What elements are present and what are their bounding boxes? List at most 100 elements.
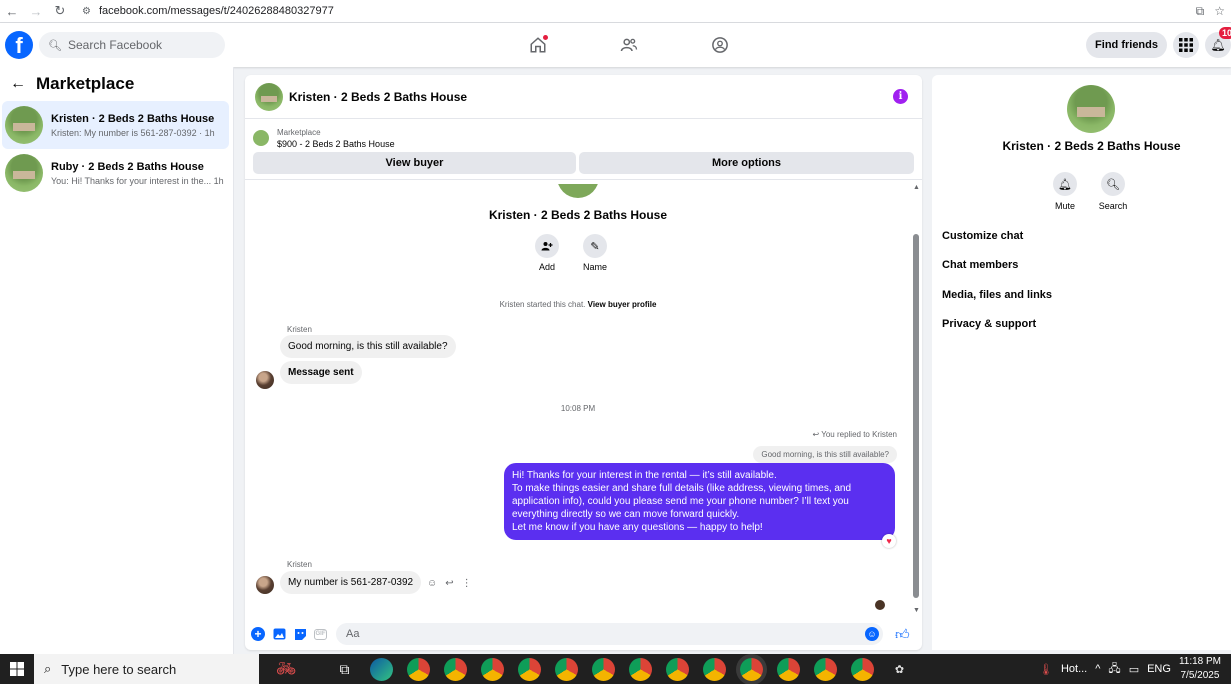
conversation-item-kristen[interactable]: Kristen · 2 Beds 2 Baths House Kristen: … (2, 101, 229, 149)
taskbar-clock[interactable]: 11:18 PM 7/5/2025 (1179, 655, 1221, 683)
outgoing-line: Hi! Thanks for your interest in the rent… (512, 470, 777, 481)
edge-browser-icon[interactable] (370, 657, 393, 681)
chrome-icon[interactable] (407, 657, 430, 681)
info-icon[interactable]: i (893, 89, 908, 104)
back-arrow-icon[interactable]: ← (10, 75, 26, 93)
add-person-icon (535, 234, 559, 258)
home-tab[interactable] (520, 30, 556, 60)
reload-icon[interactable]: ↻ (48, 0, 72, 23)
notifications-button[interactable]: 🔔︎ 10 (1205, 27, 1231, 58)
thumbs-up-icon[interactable]: 👍︎ (895, 626, 910, 643)
find-friends-button[interactable]: Find friends (1086, 32, 1167, 58)
chrome-icon[interactable] (851, 657, 874, 681)
chrome-icon[interactable] (444, 657, 467, 681)
plus-icon[interactable]: + (251, 627, 265, 641)
sender-avatar[interactable] (256, 371, 274, 389)
notifications-badge: 10 (1218, 27, 1231, 39)
back-arrow-icon[interactable]: ← (0, 0, 24, 23)
groups-tab[interactable] (702, 30, 738, 60)
chrome-icon[interactable] (592, 657, 615, 681)
menu-grid-button[interactable] (1173, 32, 1199, 58)
menu-privacy-support[interactable]: Privacy & support (942, 317, 1052, 346)
bicycle-icon[interactable]: 🚲︎ (259, 654, 313, 684)
view-buyer-profile-link[interactable]: View buyer profile (588, 300, 657, 309)
message-list[interactable]: Kristen · 2 Beds 2 Baths House Add ✎ Nam… (245, 184, 911, 614)
incoming-message[interactable]: Message sent (280, 361, 362, 384)
marketplace-label: Marketplace (277, 127, 321, 137)
menu-customize-chat[interactable]: Customize chat (942, 229, 1052, 258)
emoji-icon[interactable]: ☺ (865, 627, 879, 641)
network-icon[interactable]: 🖧︎ (1108, 660, 1120, 679)
chrome-icon[interactable] (518, 657, 541, 681)
search-icon: ⌕ (44, 661, 52, 676)
conversation-item-ruby[interactable]: Ruby · 2 Beds 2 Baths House You: Hi! Tha… (2, 149, 229, 197)
message-input[interactable]: Aa ☺ (336, 623, 883, 645)
bell-icon: 🔔︎ (1210, 38, 1226, 52)
message-scrollbar[interactable]: ▲ ▼ (911, 184, 922, 614)
search-icon: 🔍︎ (1101, 172, 1125, 196)
bookmark-star-icon[interactable]: ☆ (1214, 4, 1225, 18)
facebook-logo[interactable]: f (5, 31, 33, 59)
menu-chat-members[interactable]: Chat members (942, 258, 1052, 287)
chrome-icon[interactable] (703, 657, 726, 681)
more-options-button[interactable]: More options (579, 152, 914, 174)
photo-icon[interactable] (272, 627, 286, 641)
add-label: Add (538, 262, 555, 272)
windows-taskbar: ⌕ Type here to search 🚲︎ ⧉ ✿ 🌡︎ Hot... ^… (0, 654, 1231, 684)
weather-text[interactable]: Hot... (1061, 663, 1087, 675)
seen-receipt-avatar (875, 600, 885, 610)
menu-media-files-links[interactable]: Media, files and links (942, 288, 1052, 317)
more-dots-icon[interactable]: ⋮ (462, 578, 472, 589)
outgoing-message[interactable]: Hi! Thanks for your interest in the rent… (504, 463, 895, 540)
task-view-icon[interactable]: ⧉ (333, 658, 356, 681)
volume-icon[interactable]: ▭ (1129, 663, 1139, 676)
chrome-icon[interactable] (481, 657, 504, 681)
name-chat-button[interactable]: ✎ Name (583, 234, 607, 272)
chat-avatar[interactable] (255, 82, 283, 111)
conversation-snippet: Kristen: My number is 561-287-0392 · 1h (51, 127, 215, 138)
address-bar[interactable]: ⚙ facebook.com/messages/t/24026288480327… (76, 2, 1156, 20)
listing-title[interactable]: $900 - 2 Beds 2 Baths House (277, 139, 395, 149)
add-people-button[interactable]: Add (535, 234, 559, 272)
facebook-search-input[interactable]: 🔍︎ Search Facebook (39, 32, 225, 58)
install-app-icon[interactable]: ⧉ (1196, 4, 1205, 19)
mute-button[interactable]: 🔔︎ Mute (1053, 172, 1077, 211)
chrome-icon[interactable] (666, 657, 689, 681)
scroll-down-icon[interactable]: ▼ (913, 607, 920, 614)
time-divider: 10:08 PM (560, 404, 596, 413)
marketplace-listing-row: Marketplace $900 - 2 Beds 2 Baths House (245, 119, 922, 151)
app-icon[interactable]: ✿ (888, 658, 911, 681)
chrome-icon[interactable] (814, 657, 837, 681)
search-in-chat-button[interactable]: 🔍︎ Search (1099, 172, 1127, 211)
thermometer-icon[interactable]: 🌡︎ (1039, 663, 1053, 676)
chrome-icon[interactable] (555, 657, 578, 681)
reply-icon[interactable]: ↩ (445, 578, 453, 589)
sticker-icon[interactable] (293, 627, 307, 641)
react-smiley-icon[interactable]: ☺ (427, 578, 437, 589)
taskbar-search-box[interactable]: ⌕ Type here to search (34, 654, 259, 684)
tray-chevron-icon[interactable]: ^ (1095, 663, 1100, 675)
sender-name: Kristen (287, 560, 312, 569)
incoming-message[interactable]: My number is 561-287-0392 (280, 571, 422, 594)
chrome-icon-active[interactable] (740, 657, 763, 681)
incoming-message[interactable]: Good morning, is this still available? (280, 335, 456, 358)
chat-title[interactable]: Kristen · 2 Beds 2 Baths House (289, 90, 467, 104)
chat-header: Kristen · 2 Beds 2 Baths House i (245, 75, 922, 119)
language-indicator[interactable]: ENG (1147, 663, 1171, 675)
friends-tab[interactable] (611, 30, 647, 60)
marketplace-sidebar: ← Marketplace Kristen · 2 Beds 2 Baths H… (0, 67, 234, 654)
view-buyer-button[interactable]: View buyer (253, 152, 576, 174)
sender-avatar[interactable] (256, 576, 274, 594)
forward-arrow-icon[interactable]: → (24, 0, 48, 23)
scroll-up-icon[interactable]: ▲ (913, 184, 920, 191)
site-info-icon[interactable]: ⚙ (82, 6, 91, 17)
info-avatar[interactable] (1067, 85, 1115, 133)
url-text: facebook.com/messages/t/2402628848032797… (98, 5, 334, 17)
gif-icon[interactable]: GIF (314, 628, 327, 640)
windows-start-icon[interactable] (0, 654, 34, 684)
chrome-icon[interactable] (629, 657, 652, 681)
scrollbar-thumb[interactable] (913, 234, 919, 598)
heart-reaction-icon[interactable]: ♥ (882, 534, 896, 548)
quoted-message[interactable]: Good morning, is this still available? (753, 446, 897, 463)
chrome-icon[interactable] (777, 657, 800, 681)
